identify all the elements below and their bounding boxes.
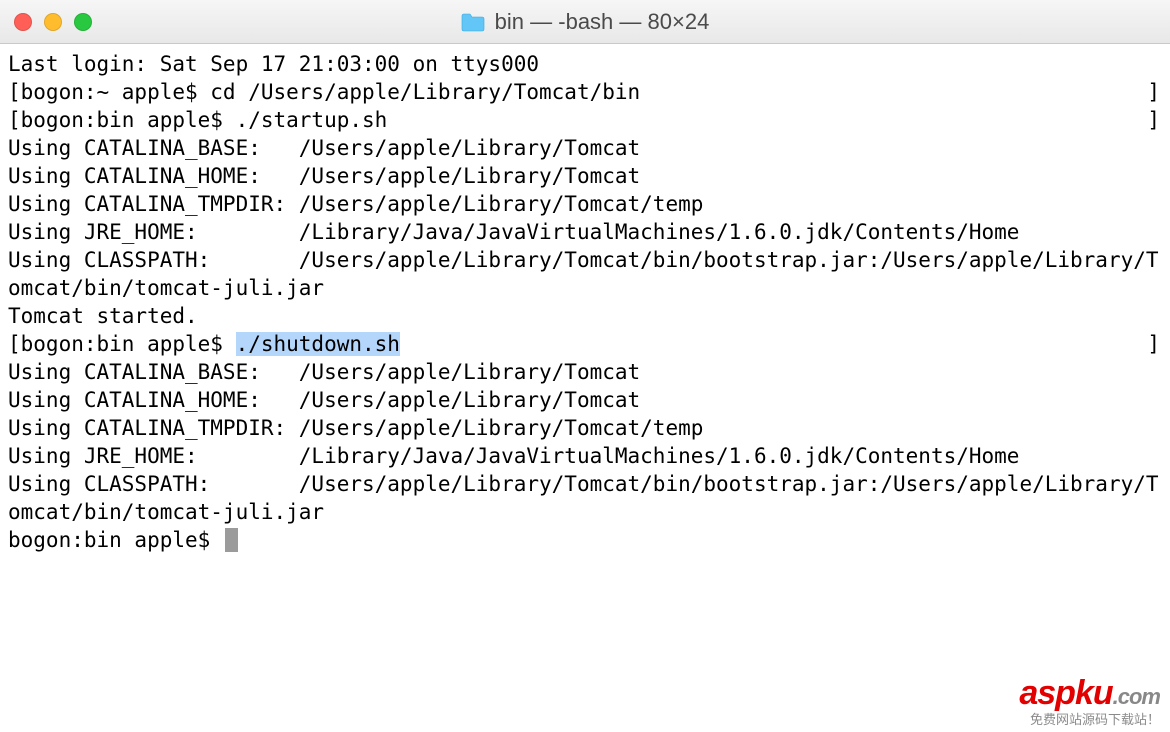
terminal-line: Using JRE_HOME: /Library/Java/JavaVirtua…: [8, 218, 1162, 246]
terminal-line: Using CATALINA_HOME: /Users/apple/Librar…: [8, 162, 1162, 190]
terminal-line: Last login: Sat Sep 17 21:03:00 on ttys0…: [8, 50, 1162, 78]
terminal-line: [bogon:bin apple$ ./shutdown.sh]: [8, 330, 1162, 358]
right-bracket: ]: [1147, 330, 1160, 358]
terminal-line: Using CATALINA_TMPDIR: /Users/apple/Libr…: [8, 414, 1162, 442]
watermark-brand-suffix: .com: [1113, 684, 1160, 709]
close-button[interactable]: [14, 13, 32, 31]
window-title: bin — -bash — 80×24: [495, 9, 710, 35]
right-bracket: ]: [1147, 106, 1160, 134]
terminal-line: [bogon:~ apple$ cd /Users/apple/Library/…: [8, 78, 1162, 106]
folder-icon: [461, 12, 485, 32]
terminal-line: Using CATALINA_BASE: /Users/apple/Librar…: [8, 358, 1162, 386]
watermark-brand-mid: ku: [1075, 674, 1113, 712]
window-title-group: bin — -bash — 80×24: [0, 9, 1170, 35]
terminal-cursor: [225, 528, 238, 552]
terminal-line: Using CATALINA_BASE: /Users/apple/Librar…: [8, 134, 1162, 162]
terminal-line: Using CATALINA_TMPDIR: /Users/apple/Libr…: [8, 190, 1162, 218]
terminal-line: Using CLASSPATH: /Users/apple/Library/To…: [8, 470, 1162, 526]
maximize-button[interactable]: [74, 13, 92, 31]
terminal-output[interactable]: Last login: Sat Sep 17 21:03:00 on ttys0…: [0, 44, 1170, 732]
right-bracket: ]: [1147, 78, 1160, 106]
watermark-brand: aspku.com: [1019, 674, 1160, 713]
terminal-line: Using JRE_HOME: /Library/Java/JavaVirtua…: [8, 442, 1162, 470]
watermark-brand-prefix: asp: [1019, 674, 1075, 712]
terminal-line: Using CATALINA_HOME: /Users/apple/Librar…: [8, 386, 1162, 414]
minimize-button[interactable]: [44, 13, 62, 31]
terminal-line: [bogon:bin apple$ ./startup.sh]: [8, 106, 1162, 134]
terminal-line: Using CLASSPATH: /Users/apple/Library/To…: [8, 246, 1162, 302]
terminal-prompt: bogon:bin apple$: [8, 528, 223, 552]
traffic-lights: [14, 13, 92, 31]
window-titlebar: bin — -bash — 80×24: [0, 0, 1170, 44]
terminal-line: Tomcat started.: [8, 302, 1162, 330]
highlighted-command: ./shutdown.sh: [236, 332, 400, 356]
watermark: aspku.com 免费网站源码下载站！: [1019, 674, 1160, 728]
terminal-line: bogon:bin apple$: [8, 526, 1162, 554]
watermark-tagline: 免费网站源码下载站！: [1019, 709, 1160, 728]
